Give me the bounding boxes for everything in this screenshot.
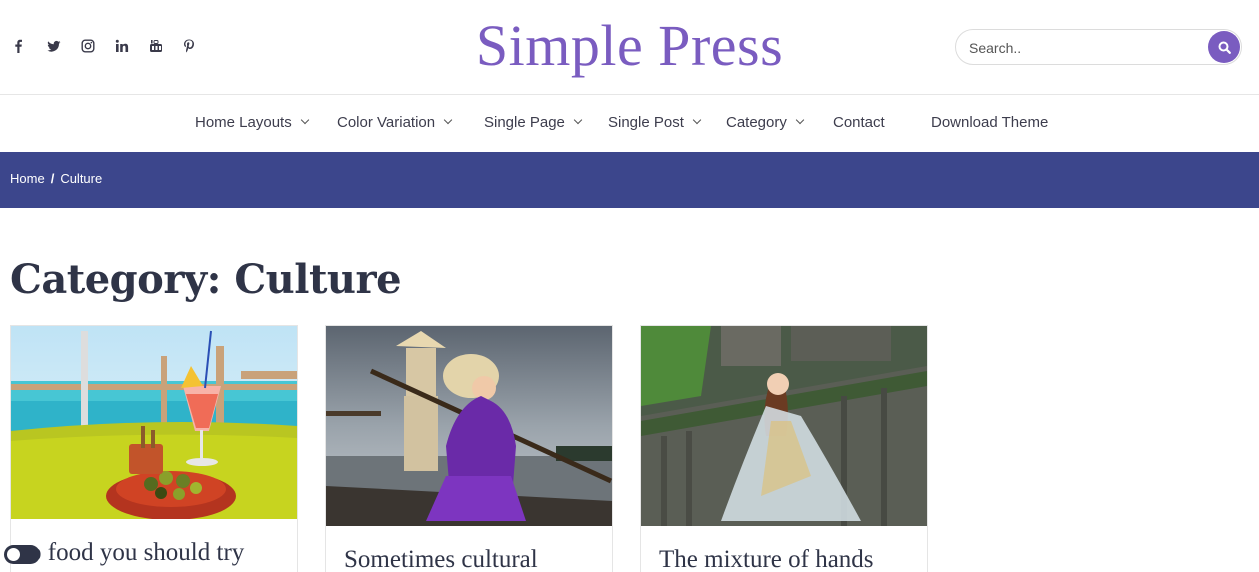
post-card[interactable]: o food you should try [10, 325, 298, 572]
post-title[interactable]: The mixture of hands [659, 546, 874, 572]
chevron-down-icon [300, 115, 309, 125]
toggle-knob [6, 547, 21, 562]
breadcrumb-separator: / [50, 171, 55, 186]
post-card[interactable]: The mixture of hands [640, 325, 928, 572]
breadcrumb: Home / Culture [10, 171, 102, 186]
site-title: Simple Press [475, 13, 784, 78]
dark-mode-toggle[interactable] [4, 545, 40, 564]
nav-label: Contact [833, 114, 885, 131]
nav-label: Single Post [608, 114, 684, 131]
nav-label: Download Theme [931, 114, 1049, 131]
site-header: Simple Press [0, 0, 1259, 95]
chevron-down-icon [573, 115, 583, 125]
breadcrumb-bar: Home / Culture [0, 152, 1259, 208]
post-title[interactable]: o food you should try [29, 539, 244, 567]
post-thumbnail[interactable] [641, 326, 927, 526]
nav-item-home-layouts[interactable]: Home Layouts [195, 114, 309, 131]
chevron-down-icon [443, 115, 453, 125]
chevron-down-icon [795, 115, 805, 125]
search-icon [1218, 41, 1231, 54]
main-navigation: Home Layouts Color Variation Single Page… [0, 95, 1259, 152]
nav-label: Home Layouts [195, 114, 292, 131]
nav-item-single-post[interactable]: Single Post [608, 114, 702, 131]
breadcrumb-home-link[interactable]: Home [10, 171, 45, 186]
nav-label: Single Page [484, 114, 565, 131]
post-thumbnail[interactable] [326, 326, 612, 526]
nav-item-category[interactable]: Category [726, 114, 805, 131]
breadcrumb-current: Culture [60, 171, 103, 186]
chevron-down-icon [692, 115, 702, 125]
nav-item-single-page[interactable]: Single Page [484, 114, 583, 131]
post-thumbnail[interactable] [11, 326, 297, 519]
nav-item-contact[interactable]: Contact [833, 114, 885, 131]
search-button[interactable] [1208, 31, 1240, 63]
nav-label: Category [726, 114, 787, 131]
nav-label: Color Variation [337, 114, 436, 131]
search-input[interactable] [969, 38, 1199, 58]
page-title: Category: Culture [10, 256, 402, 303]
post-title[interactable]: Sometimes cultural [344, 546, 538, 572]
post-card[interactable]: Sometimes cultural [325, 325, 613, 572]
nav-item-download-theme[interactable]: Download Theme [931, 114, 1048, 131]
search-box [955, 29, 1242, 65]
nav-item-color-variation[interactable]: Color Variation [337, 114, 453, 131]
